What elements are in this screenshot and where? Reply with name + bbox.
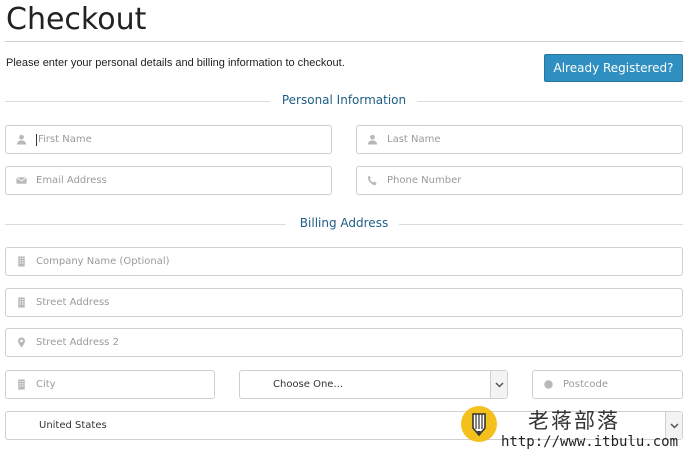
- building-icon: [6, 256, 36, 267]
- personal-information-heading: Personal Information: [5, 93, 683, 109]
- street2-placeholder: Street Address 2: [36, 337, 119, 348]
- watermark-url: http://www.itbulu.com: [501, 434, 679, 450]
- watermark: 老蒋部落 http://www.itbulu.com: [460, 404, 678, 452]
- company-name-field[interactable]: Company Name (Optional): [5, 247, 683, 276]
- email-placeholder: Email Address: [36, 175, 107, 186]
- phone-field[interactable]: Phone Number: [356, 166, 683, 195]
- postcode-field[interactable]: Postcode: [532, 370, 683, 399]
- company-placeholder: Company Name (Optional): [36, 256, 170, 267]
- street-placeholder: Street Address: [36, 297, 110, 308]
- intro-text: Please enter your personal details and b…: [6, 57, 345, 69]
- section-title: Billing Address: [299, 216, 389, 230]
- state-select[interactable]: Choose One...: [239, 370, 508, 399]
- circle-icon: [533, 379, 563, 390]
- last-name-placeholder: Last Name: [387, 134, 441, 145]
- first-name-field[interactable]: First Name: [5, 125, 332, 154]
- street-address-2-field[interactable]: Street Address 2: [5, 328, 683, 357]
- user-icon: [6, 134, 36, 145]
- section-divider-right: [417, 101, 683, 102]
- email-field[interactable]: Email Address: [5, 166, 332, 195]
- envelope-icon: [6, 175, 36, 186]
- page-title: Checkout: [6, 2, 147, 37]
- postcode-placeholder: Postcode: [563, 379, 609, 390]
- pencil-logo-icon: [461, 406, 497, 442]
- first-name-placeholder: First Name: [38, 134, 92, 145]
- map-marker-icon: [6, 337, 36, 348]
- title-divider: [5, 41, 683, 42]
- billing-address-heading: Billing Address: [5, 216, 683, 232]
- building-icon: [6, 297, 36, 308]
- already-registered-button[interactable]: Already Registered?: [544, 54, 683, 82]
- watermark-site-name: 老蒋部落: [528, 409, 620, 433]
- city-field[interactable]: City: [5, 370, 215, 399]
- user-icon: [357, 134, 387, 145]
- street-address-field[interactable]: Street Address: [5, 288, 683, 317]
- building-icon: [6, 379, 36, 390]
- country-selected-value: United States: [39, 420, 107, 431]
- text-cursor: [36, 133, 37, 146]
- section-title: Personal Information: [281, 93, 407, 107]
- phone-placeholder: Phone Number: [387, 175, 462, 186]
- phone-icon: [357, 175, 387, 186]
- chevron-down-icon[interactable]: [490, 371, 507, 398]
- section-divider-right: [399, 224, 683, 225]
- last-name-field[interactable]: Last Name: [356, 125, 683, 154]
- city-placeholder: City: [36, 379, 56, 390]
- state-selected-value: Choose One...: [273, 379, 343, 390]
